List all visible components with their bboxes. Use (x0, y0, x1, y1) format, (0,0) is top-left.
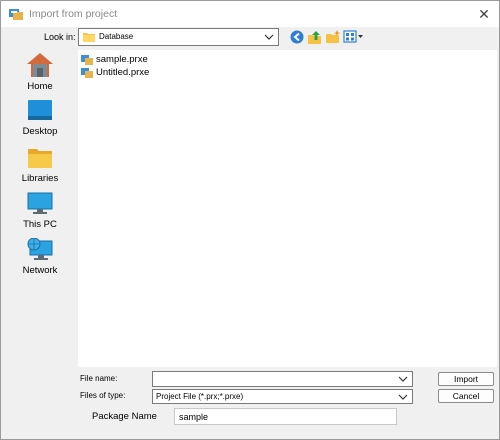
close-icon: ✕ (478, 5, 490, 22)
desktop-icon (28, 100, 52, 120)
cancel-button[interactable]: Cancel (438, 389, 494, 403)
close-button[interactable]: ✕ (469, 1, 499, 27)
package-name-input[interactable]: sample (174, 408, 397, 425)
package-name-label: Package Name (92, 411, 157, 422)
file-name: sample.prxe (96, 54, 148, 65)
up-folder-icon[interactable] (307, 29, 323, 45)
sidebar-item-label: This PC (23, 219, 57, 230)
sidebar-item-label: Home (27, 81, 53, 92)
folder-icon (83, 33, 95, 42)
sidebar-item-this-pc[interactable]: This PC (4, 192, 76, 230)
project-file-icon (81, 54, 93, 65)
chevron-down-icon (264, 34, 274, 40)
look-in-value: Database (99, 32, 134, 41)
file-type-select[interactable]: Project File (*.prx;*.prxe) (152, 389, 413, 404)
sidebar-item-network[interactable]: Network (4, 238, 76, 276)
chevron-down-icon (398, 394, 408, 400)
file-name-label: File name: (80, 374, 118, 383)
chevron-down-icon (398, 376, 408, 382)
file-name: Untitled.prxe (96, 67, 150, 78)
look-in-label: Look in: (44, 32, 76, 42)
title-bar: Import from project ✕ (1, 1, 499, 27)
list-item[interactable]: Untitled.prxe (81, 66, 149, 79)
sidebar-item-desktop[interactable]: Desktop (4, 99, 76, 137)
file-type-label: Files of type: (80, 391, 126, 400)
file-name-field[interactable] (152, 371, 413, 387)
app-icon (9, 9, 23, 20)
import-button[interactable]: Import (438, 372, 494, 386)
network-icon (27, 238, 53, 260)
new-folder-icon[interactable] (325, 29, 341, 45)
computer-icon (27, 192, 53, 214)
file-type-value: Project File (*.prx;*.prxe) (156, 392, 244, 401)
sidebar-item-label: Libraries (21, 173, 59, 184)
sidebar-item-libraries[interactable]: Libraries (4, 146, 76, 184)
import-dialog: Import from project ✕ Look in: Database (0, 0, 500, 440)
places-sidebar: Home Desktop Libraries This PC Network (4, 50, 76, 401)
home-icon (27, 53, 53, 77)
sidebar-item-home[interactable]: Home (4, 52, 76, 92)
sidebar-item-label: Desktop (22, 126, 58, 137)
project-file-icon (81, 67, 93, 78)
window-title: Import from project (29, 8, 118, 20)
file-list[interactable]: sample.prxe Untitled.prxe (78, 50, 497, 367)
sidebar-item-label: Network (22, 265, 58, 276)
list-item[interactable]: sample.prxe (81, 53, 148, 66)
back-icon[interactable] (289, 29, 305, 45)
libraries-icon (28, 149, 52, 168)
look-in-combo[interactable]: Database (78, 28, 279, 46)
view-menu-icon[interactable] (343, 29, 363, 45)
